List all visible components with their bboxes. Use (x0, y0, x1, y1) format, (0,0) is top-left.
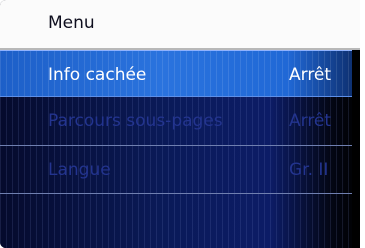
right-edge-shadow (352, 50, 360, 248)
menu-item-info-cachee[interactable]: Info cachée Arrêt (0, 50, 360, 97)
menu-item-value: Gr. II (289, 160, 329, 180)
menu-item-label: Parcours sous-pages (48, 111, 223, 131)
menu-item-value: Arrêt (289, 65, 332, 85)
menu-item-langue[interactable]: Langue Gr. II (0, 146, 360, 193)
menu-item-empty (0, 194, 360, 241)
menu-item-label: Langue (48, 160, 111, 180)
menu-list: Info cachée Arrêt Parcours sous-pages Ar… (0, 50, 360, 248)
menu-header: Menu (0, 0, 360, 50)
tv-osd-menu: Menu Info cachée Arrêt Parcours sous-pag… (0, 0, 360, 248)
menu-item-value: Arrêt (289, 111, 332, 131)
menu-item-parcours-sous-pages[interactable]: Parcours sous-pages Arrêt (0, 97, 360, 144)
menu-item-label: Info cachée (48, 65, 147, 85)
menu-title: Menu (48, 13, 95, 33)
